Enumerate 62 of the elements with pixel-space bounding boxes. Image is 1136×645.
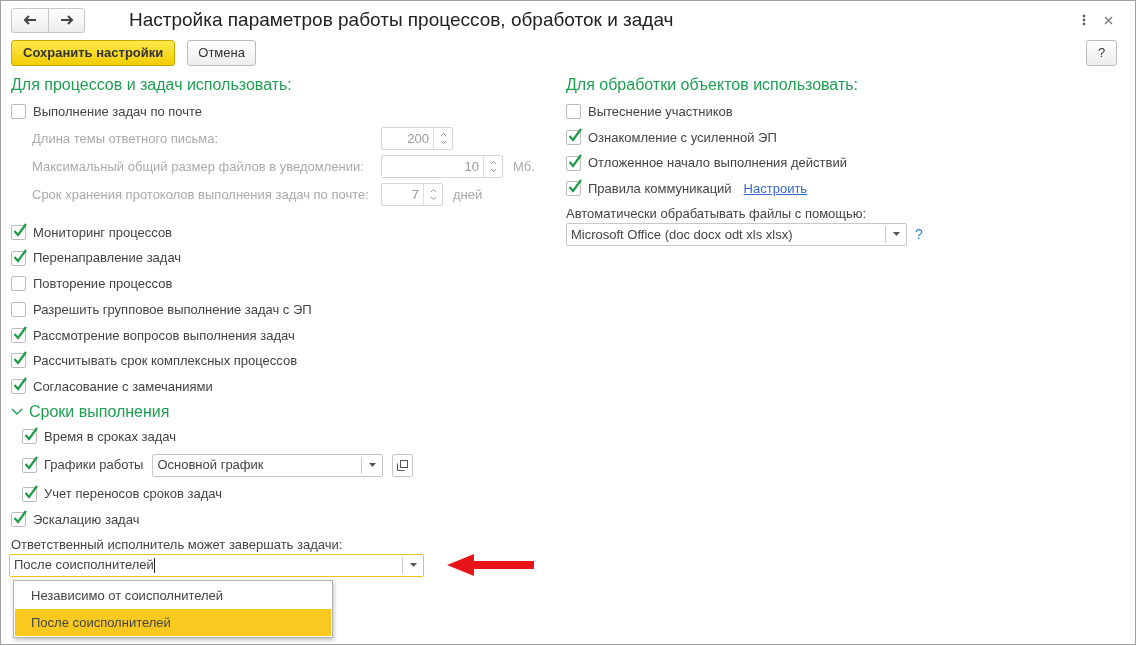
back-arrow-icon: [23, 15, 37, 25]
checkbox[interactable]: [22, 428, 37, 444]
field-label: Максимальный общий размер файлов в уведомлении:: [32, 157, 365, 176]
checkbox[interactable]: [11, 512, 26, 528]
window-title: Настройка параметров работы процессов, обработок и задач: [129, 7, 674, 32]
dropdown-option[interactable]: Независимо от соисполнителей: [15, 581, 331, 609]
field-label: Автоматически обрабатывать файлы с помощью:: [566, 204, 868, 223]
cancel-button[interactable]: Отмена: [187, 40, 256, 66]
checkbox-label: Согласование с замечаниями: [33, 377, 213, 396]
checkbox[interactable]: [566, 130, 581, 146]
checkbox[interactable]: [11, 104, 26, 120]
unit-label: дней: [453, 185, 483, 204]
checkbox[interactable]: [11, 302, 26, 318]
checkbox[interactable]: [566, 181, 581, 197]
checkbox-label: Рассчитывать срок комплексных процессов: [33, 352, 298, 371]
checkbox-label: Время в сроках задач: [44, 427, 176, 446]
unit-label: Мб.: [513, 157, 535, 176]
checkbox[interactable]: [11, 225, 26, 241]
field-label: Срок хранения протоколов выполнения задач по почте:: [32, 185, 370, 204]
checkbox[interactable]: [22, 457, 37, 473]
checkbox[interactable]: [11, 276, 26, 292]
configure-link[interactable]: Настроить: [743, 179, 808, 199]
checkbox-label: Повторение процессов: [33, 275, 173, 294]
field-label: Длина темы ответного письма:: [32, 129, 220, 148]
checkbox-label: Ознакомление с усиленной ЭП: [588, 128, 777, 147]
caret-icon: [368, 463, 376, 468]
save-settings-button[interactable]: Сохранить настройки: [11, 40, 176, 66]
caret-icon: [892, 232, 900, 237]
section-heading: Для обработки объектов использовать:: [566, 75, 859, 95]
dropdown-field[interactable]: Microsoft Office (doc docx odt xls xlsx): [566, 222, 907, 246]
dropdown-option[interactable]: После соисполнителей: [15, 608, 331, 636]
checkbox-label: Мониторинг процессов: [33, 223, 173, 242]
copy-icon: [397, 459, 409, 471]
close-icon: [1104, 15, 1113, 25]
field-label: Ответственный исполнитель может завершать задачи:: [11, 535, 344, 554]
checkbox-label: Перенаправление задач: [33, 249, 182, 268]
forward-arrow-icon: [59, 15, 74, 25]
checkbox-label: Рассмотрение вопросов выполнения задач: [33, 326, 295, 345]
checkbox-label: Правила коммуникаций: [588, 180, 732, 199]
checkbox[interactable]: [566, 155, 581, 171]
help-link[interactable]: ?: [915, 223, 923, 245]
checkbox-label: Графики работы: [44, 456, 144, 475]
checkbox-label: Отложенное начало выполнения действий: [588, 154, 847, 173]
checkbox-label: Учет переносов сроков задач: [44, 485, 222, 504]
checkbox-label: Эскалацию задач: [33, 510, 140, 529]
checkbox[interactable]: [566, 104, 581, 120]
checkbox[interactable]: [11, 379, 26, 395]
checkbox[interactable]: [11, 250, 26, 266]
checkbox-label: Разрешить групповое выполнение задач с ЭП: [33, 300, 312, 319]
open-button[interactable]: [392, 453, 414, 477]
caret-icon: [409, 563, 417, 568]
section-heading: Для процессов и задач использовать:: [11, 75, 293, 95]
more-icon: [1082, 14, 1086, 26]
help-button[interactable]: ?: [1086, 40, 1117, 66]
checkbox-label: Выполнение задач по почте: [33, 103, 203, 122]
checkbox[interactable]: [22, 486, 37, 502]
checkbox-label: Вытеснение участников: [588, 103, 733, 122]
checkbox[interactable]: [11, 327, 26, 343]
checkbox[interactable]: [11, 353, 26, 369]
dropdown-field[interactable]: После соисполнителей: [9, 553, 424, 577]
schedule-select[interactable]: Основной график: [152, 453, 384, 477]
text-cursor: [153, 558, 155, 574]
